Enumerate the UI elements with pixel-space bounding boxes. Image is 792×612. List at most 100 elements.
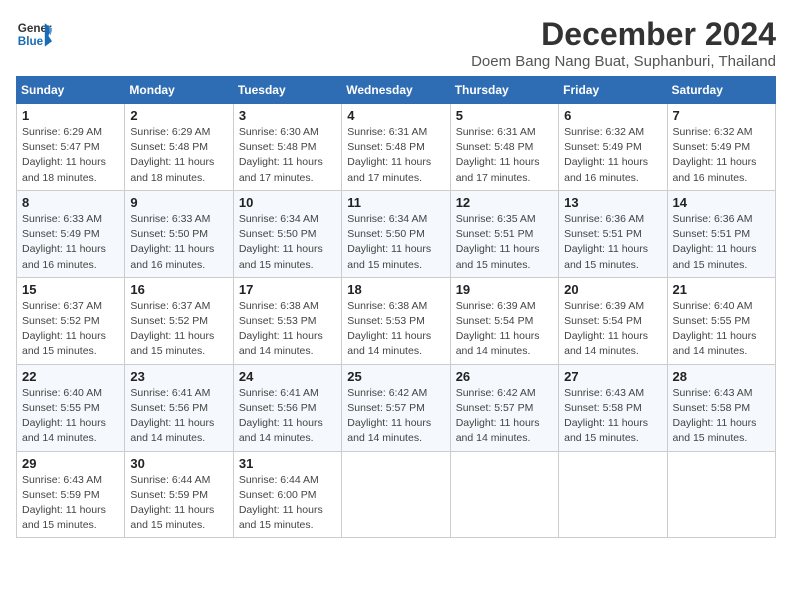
day-number: 5 xyxy=(456,108,553,123)
day-number: 8 xyxy=(22,195,119,210)
calendar-cell: 9 Sunrise: 6:33 AM Sunset: 5:50 PM Daylig… xyxy=(125,190,233,277)
day-info: Sunrise: 6:44 AM Sunset: 5:59 PM Dayligh… xyxy=(130,473,227,534)
calendar-cell: 15 Sunrise: 6:37 AM Sunset: 5:52 PM Dayli… xyxy=(17,277,125,364)
calendar-cell: 22 Sunrise: 6:40 AM Sunset: 5:55 PM Dayli… xyxy=(17,364,125,451)
calendar-cell: 31Sunrise: 6:44 AM Sunset: 6:00 PM Dayli… xyxy=(233,451,341,538)
calendar-cell: 4Sunrise: 6:31 AM Sunset: 5:48 PM Daylig… xyxy=(342,104,450,191)
day-number: 10 xyxy=(239,195,336,210)
day-info: Sunrise: 6:33 AM Sunset: 5:49 PM Dayligh… xyxy=(22,212,119,273)
day-info: Sunrise: 6:38 AM Sunset: 5:53 PM Dayligh… xyxy=(239,299,336,360)
day-info: Sunrise: 6:41 AM Sunset: 5:56 PM Dayligh… xyxy=(239,386,336,447)
calendar-cell xyxy=(450,451,558,538)
weekday-header-friday: Friday xyxy=(559,77,667,104)
day-info: Sunrise: 6:29 AM Sunset: 5:47 PM Dayligh… xyxy=(22,125,119,186)
day-info: Sunrise: 6:30 AM Sunset: 5:48 PM Dayligh… xyxy=(239,125,336,186)
calendar-cell xyxy=(559,451,667,538)
day-info: Sunrise: 6:35 AM Sunset: 5:51 PM Dayligh… xyxy=(456,212,553,273)
weekday-header-monday: Monday xyxy=(125,77,233,104)
month-title: December 2024 xyxy=(471,16,776,53)
calendar-week-4: 22 Sunrise: 6:40 AM Sunset: 5:55 PM Dayli… xyxy=(17,364,776,451)
day-number: 12 xyxy=(456,195,553,210)
day-info: Sunrise: 6:40 AM Sunset: 5:55 PM Dayligh… xyxy=(673,299,770,360)
day-number: 21 xyxy=(673,282,770,297)
svg-text:Blue: Blue xyxy=(18,35,44,48)
calendar-cell xyxy=(342,451,450,538)
calendar-cell: 5 Sunrise: 6:31 AM Sunset: 5:48 PM Daylig… xyxy=(450,104,558,191)
day-number: 18 xyxy=(347,282,444,297)
calendar-cell: 14Sunrise: 6:36 AM Sunset: 5:51 PM Dayli… xyxy=(667,190,775,277)
day-info: Sunrise: 6:38 AM Sunset: 5:53 PM Dayligh… xyxy=(347,299,444,360)
day-info: Sunrise: 6:43 AM Sunset: 5:58 PM Dayligh… xyxy=(564,386,661,447)
day-number: 6 xyxy=(564,108,661,123)
day-number: 7 xyxy=(673,108,770,123)
day-number: 26 xyxy=(456,369,553,384)
day-number: 14 xyxy=(673,195,770,210)
day-info: Sunrise: 6:43 AM Sunset: 5:59 PM Dayligh… xyxy=(22,473,119,534)
day-info: Sunrise: 6:29 AM Sunset: 5:48 PM Dayligh… xyxy=(130,125,227,186)
day-info: Sunrise: 6:31 AM Sunset: 5:48 PM Dayligh… xyxy=(456,125,553,186)
calendar-table: SundayMondayTuesdayWednesdayThursdayFrid… xyxy=(16,76,776,538)
day-info: Sunrise: 6:40 AM Sunset: 5:55 PM Dayligh… xyxy=(22,386,119,447)
day-number: 25 xyxy=(347,369,444,384)
logo: General Blue xyxy=(16,16,52,52)
calendar-cell: 10 Sunrise: 6:34 AM Sunset: 5:50 PM Dayli… xyxy=(233,190,341,277)
calendar-cell: 26 Sunrise: 6:42 AM Sunset: 5:57 PM Dayli… xyxy=(450,364,558,451)
calendar-cell: 1 Sunrise: 6:29 AM Sunset: 5:47 PM Daylig… xyxy=(17,104,125,191)
day-number: 2 xyxy=(130,108,227,123)
day-number: 24 xyxy=(239,369,336,384)
weekday-header-tuesday: Tuesday xyxy=(233,77,341,104)
day-number: 31 xyxy=(239,456,336,471)
title-block: December 2024 Doem Bang Nang Buat, Supha… xyxy=(471,16,776,70)
day-number: 1 xyxy=(22,108,119,123)
calendar-cell: 8 Sunrise: 6:33 AM Sunset: 5:49 PM Daylig… xyxy=(17,190,125,277)
calendar-week-3: 15 Sunrise: 6:37 AM Sunset: 5:52 PM Dayli… xyxy=(17,277,776,364)
weekday-header-thursday: Thursday xyxy=(450,77,558,104)
day-number: 22 xyxy=(22,369,119,384)
calendar-cell: 3Sunrise: 6:30 AM Sunset: 5:48 PM Daylig… xyxy=(233,104,341,191)
calendar-cell xyxy=(667,451,775,538)
day-number: 27 xyxy=(564,369,661,384)
day-number: 30 xyxy=(130,456,227,471)
calendar-cell: 29 Sunrise: 6:43 AM Sunset: 5:59 PM Dayli… xyxy=(17,451,125,538)
weekday-header-saturday: Saturday xyxy=(667,77,775,104)
calendar-cell: 13 Sunrise: 6:36 AM Sunset: 5:51 PM Dayli… xyxy=(559,190,667,277)
day-info: Sunrise: 6:36 AM Sunset: 5:51 PM Dayligh… xyxy=(564,212,661,273)
day-info: Sunrise: 6:34 AM Sunset: 5:50 PM Dayligh… xyxy=(239,212,336,273)
day-info: Sunrise: 6:43 AM Sunset: 5:58 PM Dayligh… xyxy=(673,386,770,447)
day-info: Sunrise: 6:37 AM Sunset: 5:52 PM Dayligh… xyxy=(22,299,119,360)
calendar-cell: 30 Sunrise: 6:44 AM Sunset: 5:59 PM Dayli… xyxy=(125,451,233,538)
day-info: Sunrise: 6:32 AM Sunset: 5:49 PM Dayligh… xyxy=(564,125,661,186)
calendar-cell: 16Sunrise: 6:37 AM Sunset: 5:52 PM Dayli… xyxy=(125,277,233,364)
day-info: Sunrise: 6:41 AM Sunset: 5:56 PM Dayligh… xyxy=(130,386,227,447)
day-info: Sunrise: 6:42 AM Sunset: 5:57 PM Dayligh… xyxy=(347,386,444,447)
calendar-cell: 7 Sunrise: 6:32 AM Sunset: 5:49 PM Daylig… xyxy=(667,104,775,191)
day-info: Sunrise: 6:39 AM Sunset: 5:54 PM Dayligh… xyxy=(456,299,553,360)
calendar-cell: 11Sunrise: 6:34 AM Sunset: 5:50 PM Dayli… xyxy=(342,190,450,277)
day-number: 20 xyxy=(564,282,661,297)
page-header: General Blue December 2024 Doem Bang Nan… xyxy=(16,16,776,70)
calendar-cell: 17Sunrise: 6:38 AM Sunset: 5:53 PM Dayli… xyxy=(233,277,341,364)
logo-icon: General Blue xyxy=(16,16,52,52)
day-number: 13 xyxy=(564,195,661,210)
day-info: Sunrise: 6:33 AM Sunset: 5:50 PM Dayligh… xyxy=(130,212,227,273)
day-info: Sunrise: 6:37 AM Sunset: 5:52 PM Dayligh… xyxy=(130,299,227,360)
calendar-cell: 23 Sunrise: 6:41 AM Sunset: 5:56 PM Dayli… xyxy=(125,364,233,451)
calendar-cell: 6 Sunrise: 6:32 AM Sunset: 5:49 PM Daylig… xyxy=(559,104,667,191)
day-number: 29 xyxy=(22,456,119,471)
calendar-cell: 25 Sunrise: 6:42 AM Sunset: 5:57 PM Dayli… xyxy=(342,364,450,451)
day-number: 19 xyxy=(456,282,553,297)
day-info: Sunrise: 6:32 AM Sunset: 5:49 PM Dayligh… xyxy=(673,125,770,186)
calendar-week-5: 29 Sunrise: 6:43 AM Sunset: 5:59 PM Dayli… xyxy=(17,451,776,538)
day-number: 9 xyxy=(130,195,227,210)
day-number: 23 xyxy=(130,369,227,384)
calendar-cell: 24 Sunrise: 6:41 AM Sunset: 5:56 PM Dayli… xyxy=(233,364,341,451)
day-info: Sunrise: 6:39 AM Sunset: 5:54 PM Dayligh… xyxy=(564,299,661,360)
calendar-cell: 27 Sunrise: 6:43 AM Sunset: 5:58 PM Dayli… xyxy=(559,364,667,451)
day-info: Sunrise: 6:42 AM Sunset: 5:57 PM Dayligh… xyxy=(456,386,553,447)
calendar-cell: 19 Sunrise: 6:39 AM Sunset: 5:54 PM Dayli… xyxy=(450,277,558,364)
calendar-cell: 2 Sunrise: 6:29 AM Sunset: 5:48 PM Daylig… xyxy=(125,104,233,191)
day-info: Sunrise: 6:34 AM Sunset: 5:50 PM Dayligh… xyxy=(347,212,444,273)
calendar-cell: 20 Sunrise: 6:39 AM Sunset: 5:54 PM Dayli… xyxy=(559,277,667,364)
day-number: 15 xyxy=(22,282,119,297)
day-info: Sunrise: 6:31 AM Sunset: 5:48 PM Dayligh… xyxy=(347,125,444,186)
